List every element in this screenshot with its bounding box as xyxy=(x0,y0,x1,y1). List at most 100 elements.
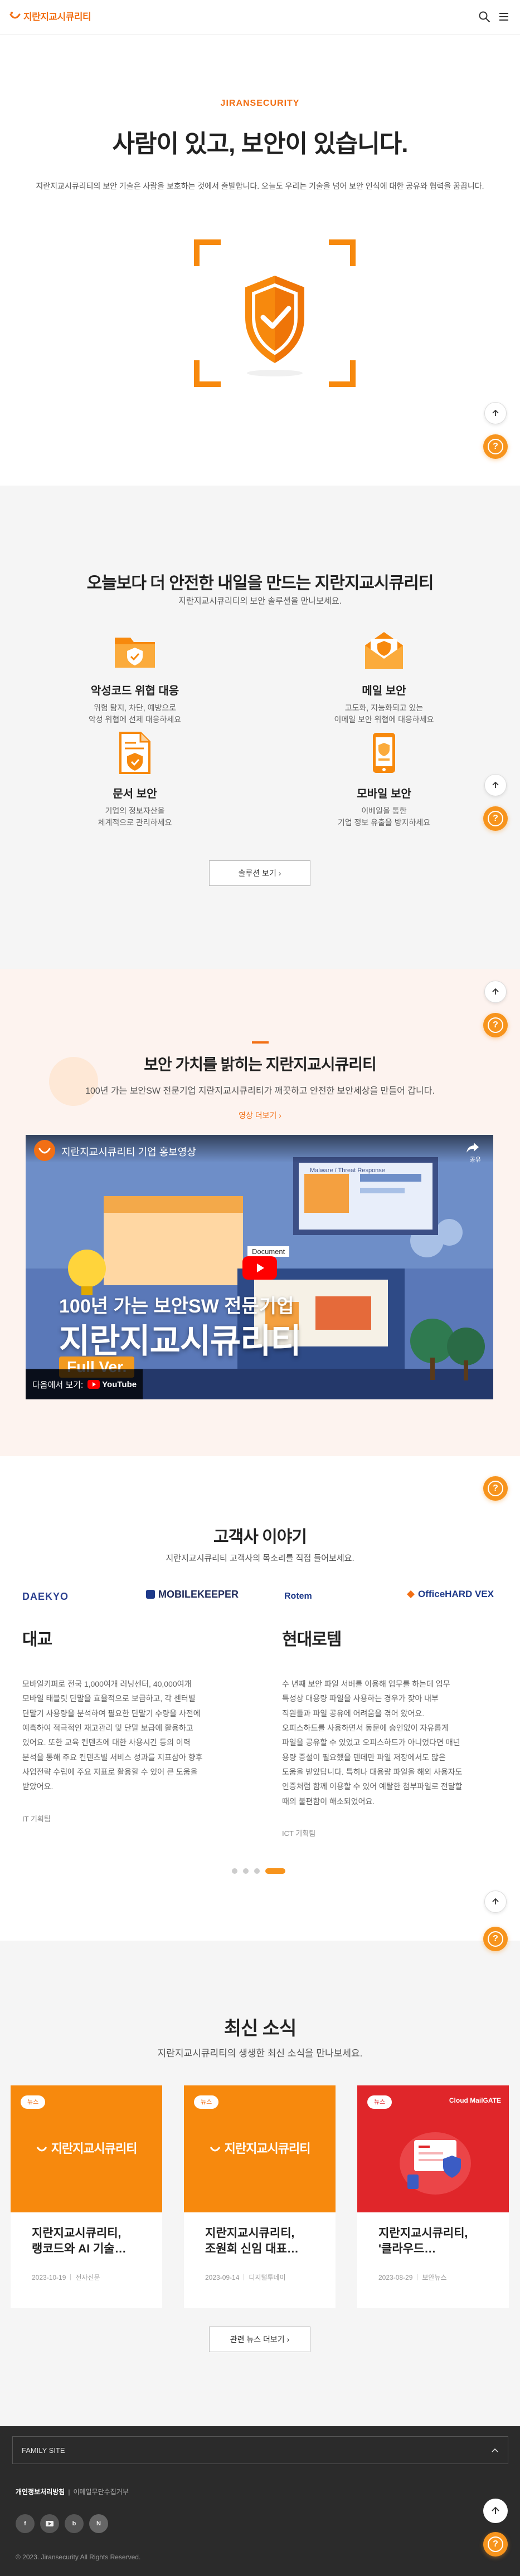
case-title: 대교 xyxy=(22,1630,52,1649)
site-logo[interactable]: 지란지교시큐리티 xyxy=(9,9,91,23)
floating-buttons: ? xyxy=(483,774,508,831)
carousel-dot-active[interactable] xyxy=(265,1868,285,1874)
youtube-icon[interactable] xyxy=(40,2514,59,2533)
question-icon: ? xyxy=(488,1017,503,1033)
news-source: 디지털투데이 xyxy=(249,2274,286,2281)
floating-buttons: ? xyxy=(483,1444,508,1501)
arrow-up-icon xyxy=(492,988,499,995)
more-news-button[interactable]: 관련 뉴스 더보기 › xyxy=(209,2327,310,2352)
solution-name: 모바일 보안 xyxy=(357,788,411,800)
news-source: 전자신문 xyxy=(75,2274,100,2281)
news-meta: 2023-10-19 전자신문 xyxy=(11,2273,162,2282)
case-body: 모바일키퍼로 전국 1,000여개 러닝센터, 40,000여개 모바일 태블릿… xyxy=(22,1677,256,1794)
watch-on-youtube[interactable]: 다음에서 보기: YouTube xyxy=(26,1369,143,1399)
hero-section: JIRANSECURITY 사람이 있고, 보안이 있습니다. 지란지교시큐리티… xyxy=(0,35,520,486)
help-button[interactable]: ? xyxy=(483,2532,508,2557)
carousel-dot[interactable] xyxy=(254,1868,260,1874)
news-card[interactable]: 뉴스 지란지교시큐리티 지란지교시큐리티, 조원희 신임 대표… 2023-09… xyxy=(184,2085,336,2308)
solution-name: 메일 보안 xyxy=(362,685,406,697)
solution-item-document[interactable]: 문서 보안 기업의 정보자산을 체계적으로 관리하세요 xyxy=(65,731,205,829)
floating-buttons: ? xyxy=(483,1927,508,1951)
help-button[interactable]: ? xyxy=(483,434,508,459)
question-icon: ? xyxy=(488,2536,503,2552)
play-button[interactable] xyxy=(242,1256,277,1280)
news-meta: 2023-09-14 디지털투데이 xyxy=(184,2273,336,2282)
case-card[interactable]: 대교 모바일키퍼로 전국 1,000여개 러닝센터, 40,000여개 모바일 … xyxy=(22,1585,256,1824)
solution-desc: 고도화, 지능화되고 있는 이메일 보안 위협에 대응하세요 xyxy=(314,702,454,726)
hamburger-menu-icon[interactable] xyxy=(498,11,510,23)
help-button[interactable]: ? xyxy=(483,1013,508,1037)
case-body-line: 있어요. 또한 교육 컨텐츠에 대한 사용시간 등의 이력 xyxy=(22,1738,191,1747)
solution-desc-line: 체계적으로 관리하세요 xyxy=(98,818,172,827)
value-subtitle: 100년 가는 보안SW 전문기업 지란지교시큐리티가 깨끗하고 안전한 보안세… xyxy=(85,1086,435,1096)
search-icon[interactable] xyxy=(478,11,490,23)
news-thumbnail: 뉴스 지란지교시큐리티 xyxy=(184,2085,336,2212)
watch-on-label: 다음에서 보기: xyxy=(32,1380,84,1390)
solution-desc-line: 위험 탐지, 차단, 예방으로 xyxy=(93,703,177,712)
news-card[interactable]: 뉴스 지란지교시큐리티 지란지교시큐리티, 랭코드와 AI 기술… 2023-1… xyxy=(11,2085,162,2308)
news-tag: 뉴스 xyxy=(21,2095,46,2109)
youtube-play-glyph xyxy=(46,2521,54,2526)
scroll-top-button[interactable] xyxy=(484,1891,507,1913)
news-thumbnail: 뉴스 지란지교시큐리티 xyxy=(11,2085,162,2212)
logo-smile-icon xyxy=(9,11,21,18)
hero-description: 지란지교시큐리티의 보안 기술은 사람을 보호하는 것에서 출발합니다. 오늘도… xyxy=(36,182,484,190)
help-button[interactable]: ? xyxy=(483,1476,508,1501)
solution-name: 악성코드 위협 대응 xyxy=(90,685,179,697)
scroll-top-button[interactable] xyxy=(484,981,507,1003)
customers-section: 고객사 이야기 지란지교시큐리티 고객사의 목소리를 직접 들어보세요. DAE… xyxy=(0,1456,520,1941)
video-player[interactable]: 지란지교시큐리티 기업 홍보영상 공유 Document Malware / T… xyxy=(26,1135,493,1399)
solution-item-malware[interactable]: 악성코드 위협 대응 위험 탐지, 차단, 예방으로 악성 위협에 선제 대응하… xyxy=(65,628,205,726)
privacy-policy-link[interactable]: 개인정보처리방침 xyxy=(16,2487,65,2496)
view-solutions-button[interactable]: 솔루션 보기 › xyxy=(209,860,310,886)
case-body-line: 인증처럼 함께 이용할 수 있어 예탈한 첨부파일로 전달할 xyxy=(282,1782,463,1791)
case-body-line: 용량 증설이 필요했을 텐데만 파일 저장에서도 많은 xyxy=(282,1752,446,1762)
scroll-top-button[interactable] xyxy=(483,2499,508,2523)
share-icon[interactable] xyxy=(465,1142,480,1154)
case-body-line: 사업전략 수립에 주요 지표로 활용할 수 있어 큰 도움을 xyxy=(22,1767,198,1776)
case-body-line: 단말기 사용량을 분석하여 필요한 단말기 수량을 사전에 xyxy=(22,1708,201,1718)
scroll-top-button[interactable] xyxy=(484,402,507,424)
news-meta: 2023-08-29 보안뉴스 xyxy=(357,2273,509,2282)
video-title[interactable]: 지란지교시큐리티 기업 홍보영상 xyxy=(61,1144,196,1159)
carousel-dot[interactable] xyxy=(243,1868,249,1874)
news-date: 2023-10-19 xyxy=(32,2273,66,2281)
case-body-line: 분석을 통해 주요 컨텐츠별 서비스 성과를 지표삼아 향후 xyxy=(22,1752,203,1762)
panel-label: Malware / Threat Response xyxy=(310,1167,385,1174)
channel-avatar-icon[interactable] xyxy=(33,1139,56,1162)
blog-icon[interactable]: b xyxy=(65,2514,84,2533)
family-site-select[interactable]: FAMILY SITE xyxy=(12,2436,508,2464)
floating-buttons: ? xyxy=(483,981,508,1037)
email-policy-link[interactable]: 이메일무단수집거부 xyxy=(73,2487,128,2496)
news-card[interactable]: 뉴스 Cloud MailGATE 지란지교시큐리티, '클라우드… 2023-… xyxy=(357,2085,509,2308)
youtube-logo: YouTube xyxy=(88,1380,137,1389)
logo-smile-icon xyxy=(37,2147,47,2152)
solutions-subtitle: 지란지교시큐리티의 보안 솔루션을 만나보세요. xyxy=(178,596,342,606)
solution-item-mobile[interactable]: 모바일 보안 이베일을 통한 기업 정보 유출을 방지하세요 xyxy=(314,731,454,829)
accent-bar xyxy=(252,1041,269,1044)
solution-name: 문서 보안 xyxy=(113,788,157,800)
site-footer: FAMILY SITE 개인정보처리방침 | 이메일무단수집거부 f b N ©… xyxy=(0,2426,520,2576)
case-card[interactable]: 현대로템 수 년째 보안 파일 서버를 이용해 업무를 하는데 업무 특성상 대… xyxy=(282,1585,516,1838)
naver-icon[interactable]: N xyxy=(89,2514,108,2533)
help-button[interactable]: ? xyxy=(483,806,508,831)
news-card-title: 지란지교시큐리티, '클라우드… xyxy=(357,2212,509,2273)
case-body-line: 오피스하드를 사용하면서 동문에 승인없이 자유롭게 xyxy=(282,1723,449,1732)
case-body-line: 때의 불편함이 해소되었어요. xyxy=(282,1796,375,1806)
carousel-dot[interactable] xyxy=(232,1868,237,1874)
help-button[interactable]: ? xyxy=(483,1927,508,1951)
solution-desc: 이베일을 통한 기업 정보 유출을 방지하세요 xyxy=(314,805,454,829)
floating-buttons: ? xyxy=(483,402,508,459)
news-logo-text: 지란지교시큐리티 xyxy=(51,2142,138,2156)
news-logo: 지란지교시큐리티 xyxy=(184,2139,336,2157)
case-title: 현대로템 xyxy=(282,1630,342,1649)
footer-links: 개인정보처리방침 | 이메일무단수집거부 xyxy=(16,2487,129,2496)
facebook-icon[interactable]: f xyxy=(16,2514,35,2533)
case-tag: ICT 기획팀 xyxy=(282,1829,316,1838)
youtube-icon xyxy=(88,1380,100,1389)
case-body-line: 파일을 공유할 수 있었고 오피스하드가 아니었다면 매년 xyxy=(282,1738,460,1747)
more-videos-link[interactable]: 영상 더보기 › xyxy=(0,1110,520,1121)
scroll-top-button[interactable] xyxy=(484,774,507,796)
solution-item-mail[interactable]: 메일 보안 고도화, 지능화되고 있는 이메일 보안 위협에 대응하세요 xyxy=(314,628,454,726)
news-title-line: '클라우드… xyxy=(378,2242,436,2256)
